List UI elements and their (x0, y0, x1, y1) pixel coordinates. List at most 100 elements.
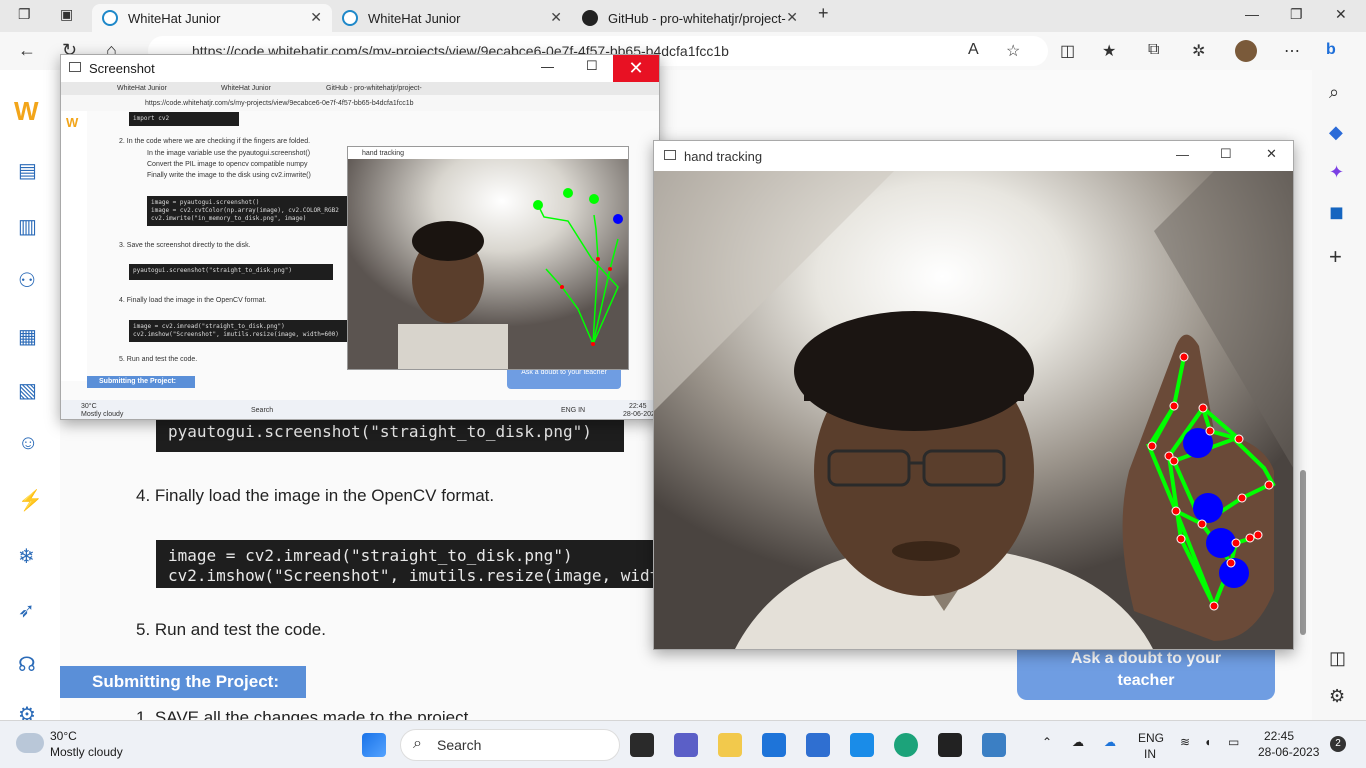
task-view-icon[interactable] (630, 733, 654, 757)
settings-gear-icon[interactable]: ⚙ (1329, 686, 1345, 707)
tab-label: GitHub - pro-whitehatjr/project- (608, 10, 786, 26)
search-label: Search (437, 737, 482, 753)
bing-icon[interactable]: b (1326, 41, 1336, 59)
hand-tracking-window[interactable]: hand tracking — ☐ ✕ (653, 140, 1294, 650)
copilot-icon[interactable]: ✦ (1329, 162, 1344, 183)
wifi-icon[interactable]: ≋ (1180, 735, 1190, 749)
browser-tab-strip: ❐ ▣ WhiteHat Junior ✕ WhiteHat Junior ✕ … (0, 0, 1366, 32)
more-menu-icon[interactable]: ⋯ (1284, 41, 1300, 61)
whitehat-logo-icon: W (14, 96, 39, 126)
minimize-icon[interactable]: — (541, 59, 554, 74)
split-screen-icon[interactable]: ◫ (1060, 41, 1075, 61)
lightning-icon[interactable]: ⚡ (18, 488, 43, 513)
notes-icon[interactable]: ▦ (18, 324, 37, 349)
close-icon[interactable]: ✕ (1266, 146, 1277, 162)
window-app-icon (69, 62, 81, 72)
mini-addressbar: https://code.whitehatjr.com/s/my-project… (61, 95, 659, 111)
mini-code-line: cv2.imwrite("in_memory_to_disk.png", ima… (151, 215, 307, 222)
screenshot-titlebar[interactable]: Screenshot — ☐ ✕ (61, 55, 659, 82)
restore-icon[interactable]: ❐ (1290, 6, 1303, 23)
mini-ask-label: Ask a doubt to your teacher (521, 369, 607, 376)
tab-whitehat-1[interactable]: WhiteHat Junior ✕ (92, 4, 332, 32)
hand-tracking-titlebar[interactable]: hand tracking — ☐ ✕ (654, 141, 1293, 171)
taskbar: 30°C Mostly cloudy ⌕ Search ⌃ ☁ ☁ ENG IN… (0, 720, 1366, 768)
dashboard-icon[interactable]: ▤ (18, 158, 37, 183)
weather-temp[interactable]: 30°C (50, 729, 77, 743)
mail-icon[interactable] (762, 733, 786, 757)
mini-tab-label: WhiteHat Junior (221, 85, 271, 92)
search-icon: ⌕ (413, 735, 422, 752)
search-icon[interactable]: ⌕ (1329, 82, 1339, 103)
mini-code-line: image = pyautogui.screenshot() (151, 199, 260, 206)
start-windows-icon[interactable] (362, 733, 386, 757)
tab-github[interactable]: GitHub - pro-whitehatjr/project- ✕ (572, 4, 808, 32)
collections-icon[interactable]: ⧉ (1148, 41, 1159, 59)
window-app-icon (664, 150, 676, 160)
document-icon[interactable]: ▧ (18, 378, 37, 403)
clock-time[interactable]: 22:45 (1264, 729, 1294, 743)
workspaces-icon[interactable]: ❐ (18, 6, 31, 23)
ask-doubt-label-2: teacher (1117, 672, 1175, 689)
whitehat-favicon-icon (342, 10, 358, 26)
vscode-icon[interactable] (850, 733, 874, 757)
back-arrow-icon[interactable]: ← (18, 40, 36, 61)
weather-desc[interactable]: Mostly cloudy (50, 745, 123, 759)
mini-bullet: In the image variable use the pyautogui.… (147, 150, 311, 157)
maximize-icon[interactable]: ☐ (1220, 146, 1232, 162)
scrollbar-thumb[interactable] (1300, 470, 1306, 635)
mini-step-3: 3. Save the screenshot directly to the d… (119, 242, 251, 249)
sidebar-toggle-icon[interactable]: ◫ (1329, 648, 1346, 669)
store-icon[interactable] (806, 733, 830, 757)
onedrive-icon[interactable]: ☁ (1104, 735, 1116, 749)
submitting-project-header: Submitting the Project: (60, 666, 306, 698)
close-tab-icon[interactable]: ✕ (310, 9, 322, 26)
read-aloud-icon[interactable]: A (968, 41, 979, 59)
page-scrollbar[interactable] (1298, 90, 1308, 710)
settings-snowflake-icon[interactable]: ❄ (18, 544, 35, 569)
shopping-tag-icon[interactable]: ◆ (1329, 122, 1343, 143)
add-sidebar-icon[interactable]: + (1329, 244, 1342, 270)
mini-hand-title: hand tracking (362, 150, 405, 157)
taskbar-search[interactable]: ⌕ Search (400, 729, 620, 761)
close-tab-icon[interactable]: ✕ (550, 9, 562, 26)
maximize-icon[interactable]: ☐ (586, 58, 598, 74)
rocket-icon[interactable]: ➶ (18, 598, 35, 623)
volume-icon[interactable]: ◖ (1204, 735, 1211, 749)
terminal-icon[interactable] (938, 733, 962, 757)
mini-submit-label: Submitting the Project: (99, 378, 176, 385)
minimize-icon[interactable]: — (1176, 147, 1189, 162)
tab-whitehat-2[interactable]: WhiteHat Junior ✕ (332, 4, 572, 32)
close-window-icon[interactable]: ✕ (1335, 6, 1347, 23)
python-icon[interactable] (982, 733, 1006, 757)
whitehat-favicon-icon (102, 10, 118, 26)
extensions-icon[interactable]: ✲ (1192, 41, 1205, 61)
language-indicator[interactable]: ENG (1138, 731, 1164, 745)
tab-actions-icon[interactable]: ▣ (60, 6, 73, 23)
show-hidden-icons-icon[interactable]: ⌃ (1042, 735, 1052, 749)
onedrive-cloud-icon[interactable]: ☁ (1072, 735, 1084, 749)
mini-code-block-c: image = cv2.imread("straight_to_disk.png… (129, 320, 349, 342)
battery-icon[interactable]: ▭ (1228, 735, 1239, 749)
new-tab-icon[interactable]: + (818, 3, 829, 24)
region-indicator[interactable]: IN (1144, 747, 1156, 761)
close-icon[interactable]: ✕ (613, 55, 659, 82)
teams-icon[interactable] (674, 733, 698, 757)
outlook-icon[interactable]: ◼ (1329, 202, 1344, 223)
favorites-icon[interactable]: ★ (1102, 41, 1116, 61)
book-icon[interactable]: ▥ (18, 214, 37, 239)
smiley-icon[interactable]: ☺ (18, 432, 38, 455)
profile-avatar[interactable] (1235, 40, 1257, 62)
edge-icon[interactable] (894, 733, 918, 757)
network-icon[interactable]: ⚇ (18, 268, 36, 293)
favorite-star-icon[interactable]: ☆ (1006, 41, 1020, 61)
file-explorer-icon[interactable] (718, 733, 742, 757)
screenshot-window[interactable]: Screenshot — ☐ ✕ WhiteHat Junior WhiteHa… (60, 54, 660, 420)
minimize-icon[interactable]: — (1245, 6, 1259, 22)
clock-date[interactable]: 28-06-2023 (1258, 745, 1319, 759)
community-icon[interactable]: ☊ (18, 652, 36, 677)
close-tab-icon[interactable]: ✕ (786, 9, 798, 26)
left-sidebar: W ▤ ▥ ⚇ ▦ ▧ ☺ ⚡ ❄ ➶ ☊ ⚙ (0, 70, 60, 726)
notification-badge[interactable]: 2 (1330, 736, 1346, 752)
mini-weather-temp: 30°C (81, 403, 97, 410)
mini-code-block-b: pyautogui.screenshot("straight_to_disk.p… (129, 264, 333, 280)
